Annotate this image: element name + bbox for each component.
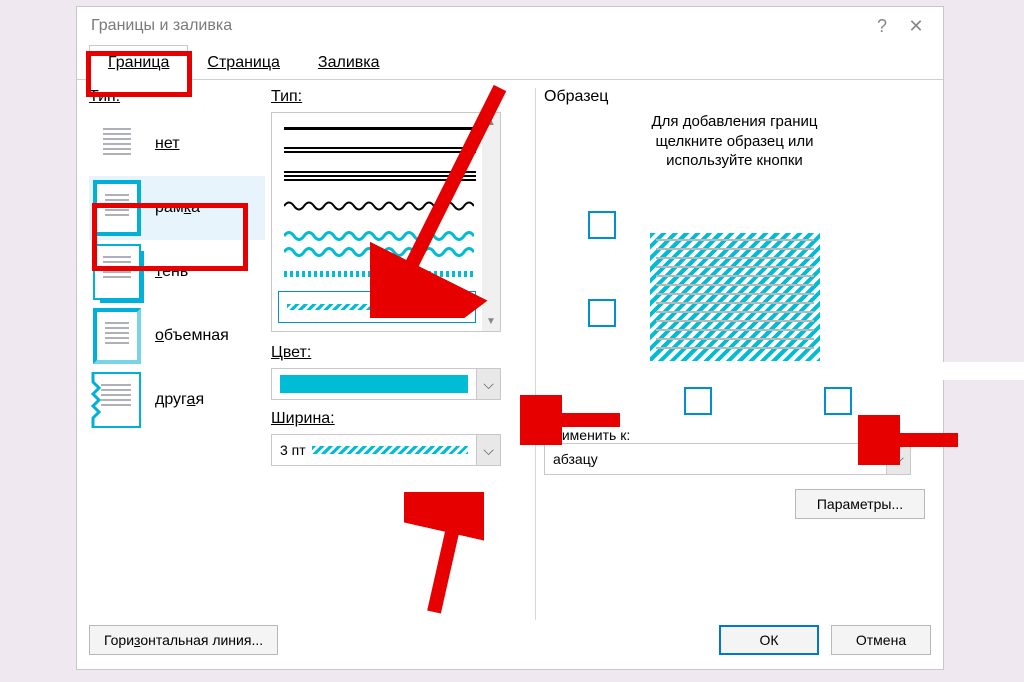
width-swatch [312, 446, 468, 454]
dialog-footer: Горизонтальная линия... ОК Отмена [89, 625, 931, 655]
preview-column: Образец Для добавления границ щелкните о… [535, 88, 925, 620]
border-right-button[interactable] [824, 387, 852, 415]
ruler-artifact [638, 362, 1024, 380]
setting-custom-icon [93, 372, 141, 428]
ok-button[interactable]: ОК [719, 625, 819, 655]
setting-box-icon [93, 180, 141, 236]
border-left-button[interactable] [684, 387, 712, 415]
tab-page[interactable]: Страница [188, 45, 299, 80]
horizontal-line-button[interactable]: Горизонтальная линия... [89, 625, 278, 655]
color-label: Цвет: [271, 344, 529, 362]
setting-label: Тип: [89, 88, 265, 106]
cancel-button[interactable]: Отмена [831, 625, 931, 655]
line-style-list[interactable]: ▲ ▼ [271, 112, 501, 332]
apply-to-combo[interactable]: абзацу ⌵ [544, 443, 911, 475]
dialog-title: Границы и заливка [91, 17, 865, 35]
width-combo[interactable]: 3 пт ⌵ [271, 434, 501, 466]
setting-3d-icon [93, 308, 141, 364]
style-column: Тип: ▲ ▼ Цвет: [271, 88, 529, 620]
apply-to-row: Применить к: абзацу ⌵ Параметры... [544, 427, 925, 475]
width-label: Ширина: [271, 410, 529, 428]
style-label: Тип: [271, 88, 529, 106]
selected-line-style [278, 291, 476, 323]
setting-none-icon [93, 116, 141, 172]
help-icon[interactable]: ? [865, 11, 899, 41]
preview-paragraph[interactable] [650, 233, 820, 361]
width-value: 3 пт [280, 442, 306, 458]
setting-shadow-icon [93, 244, 141, 300]
setting-none[interactable]: нет [89, 112, 265, 176]
tab-shading[interactable]: Заливка [299, 45, 399, 80]
border-top-button[interactable] [588, 211, 616, 239]
chevron-down-icon[interactable]: ⌵ [476, 369, 500, 399]
preview-hint: Для добавления границ щелкните образец и… [544, 112, 925, 171]
setting-box[interactable]: рамка [89, 176, 265, 240]
apply-to-label: Применить к: [544, 427, 925, 443]
style-scrollbar[interactable]: ▲ ▼ [482, 113, 500, 331]
borders-shading-dialog: Границы и заливка ? ✕ Граница Страница З… [76, 6, 944, 670]
setting-shadow[interactable]: тень [89, 240, 265, 304]
close-icon[interactable]: ✕ [899, 11, 933, 41]
setting-custom[interactable]: другая [89, 368, 265, 432]
chevron-down-icon[interactable]: ⌵ [476, 435, 500, 465]
setting-column: Тип: нет рамка тень [89, 88, 265, 620]
border-bottom-button[interactable] [588, 299, 616, 327]
scroll-up-icon[interactable]: ▲ [486, 113, 496, 132]
setting-3d[interactable]: объемная [89, 304, 265, 368]
preview-label: Образец [544, 88, 925, 106]
titlebar: Границы и заливка ? ✕ [77, 7, 943, 45]
color-combo[interactable]: ⌵ [271, 368, 501, 400]
dialog-body: Тип: нет рамка тень [77, 80, 943, 620]
options-button[interactable]: Параметры... [795, 489, 925, 519]
chevron-down-icon[interactable]: ⌵ [886, 444, 910, 474]
tab-border[interactable]: Граница [89, 45, 188, 80]
tabstrip: Граница Страница Заливка [77, 45, 943, 80]
scroll-down-icon[interactable]: ▼ [486, 312, 496, 331]
